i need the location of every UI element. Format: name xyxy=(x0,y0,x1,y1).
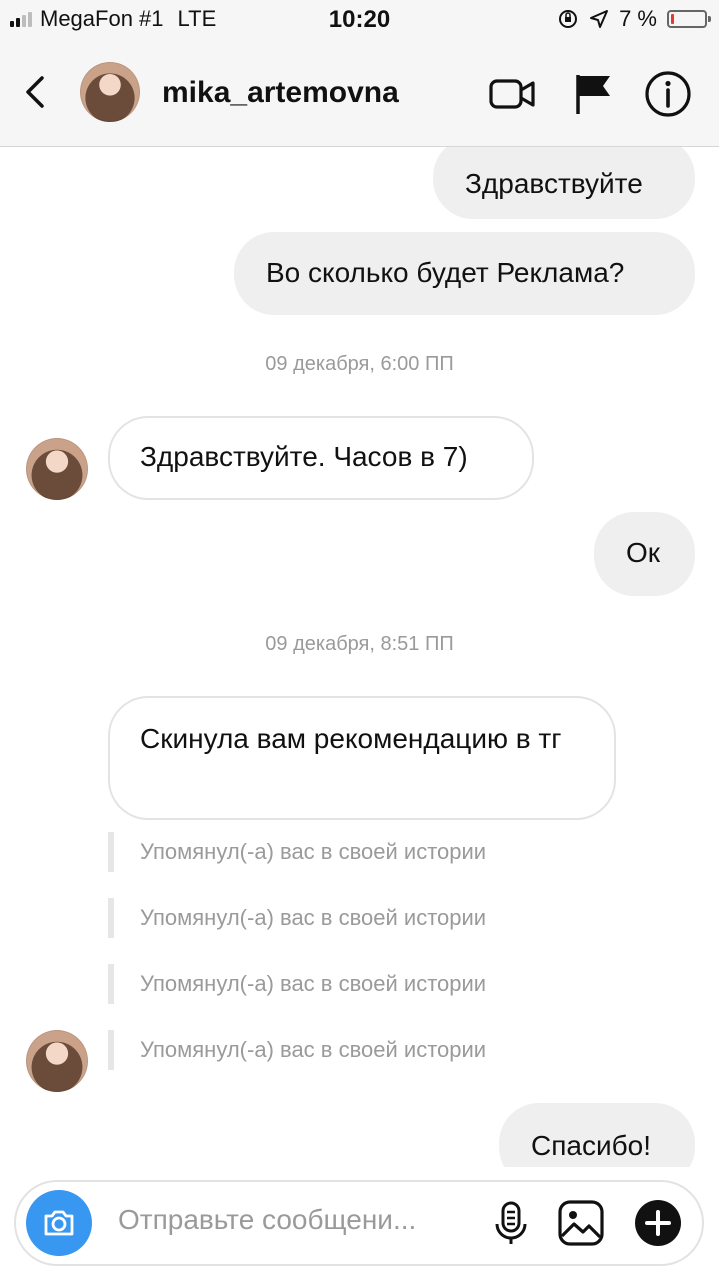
battery-icon xyxy=(667,10,711,28)
story-mention[interactable]: Упомянул(-а) вас в своей истории xyxy=(108,964,486,1004)
sender-avatar[interactable] xyxy=(26,1030,88,1092)
story-mention[interactable]: Упомянул(-а) вас в своей истории xyxy=(108,1030,486,1070)
info-icon[interactable] xyxy=(644,70,692,118)
location-arrow-icon xyxy=(590,10,609,28)
battery-level xyxy=(671,14,674,24)
status-right: 7 % xyxy=(557,6,711,32)
incoming-message[interactable]: Скинула вам рекомендацию в тг xyxy=(108,696,616,820)
outgoing-message[interactable]: Ок xyxy=(594,512,695,596)
timestamp: 09 декабря, 6:00 ПП xyxy=(265,353,454,375)
header-avatar[interactable] xyxy=(80,62,140,122)
microphone-icon[interactable] xyxy=(486,1198,536,1248)
flag-icon[interactable] xyxy=(570,70,618,118)
message-composer[interactable]: Отправьте сообщени... xyxy=(14,1180,704,1266)
outgoing-message[interactable]: Здравствуйте xyxy=(433,147,695,219)
status-bar: MegaFon #1 LTE 10:20 7 % xyxy=(0,0,719,40)
back-chevron-icon[interactable] xyxy=(18,72,54,112)
chat-username[interactable]: mika_artemovna xyxy=(162,76,399,110)
story-mention[interactable]: Упомянул(-а) вас в своей истории xyxy=(108,832,486,872)
timestamp: 09 декабря, 8:51 ПП xyxy=(265,633,454,655)
chat-header: mika_artemovna xyxy=(0,40,719,147)
story-mention[interactable]: Упомянул(-а) вас в своей истории xyxy=(108,898,486,938)
camera-icon xyxy=(44,1210,74,1236)
orientation-lock-icon xyxy=(559,10,578,28)
video-call-icon[interactable] xyxy=(488,70,536,118)
battery-percent: 7 % xyxy=(619,6,657,31)
gallery-icon[interactable] xyxy=(556,1198,606,1248)
plus-icon[interactable] xyxy=(633,1198,683,1248)
outgoing-message[interactable]: Во сколько будет Реклама? xyxy=(234,232,695,315)
camera-button[interactable] xyxy=(26,1190,92,1256)
outgoing-message[interactable]: Спасибо! xyxy=(499,1103,695,1167)
incoming-message[interactable]: Здравствуйте. Часов в 7) xyxy=(108,416,534,500)
message-thread[interactable]: Здравствуйте Во сколько будет Реклама? 0… xyxy=(0,147,719,1167)
message-input[interactable]: Отправьте сообщени... xyxy=(118,1204,416,1236)
sender-avatar[interactable] xyxy=(26,438,88,500)
